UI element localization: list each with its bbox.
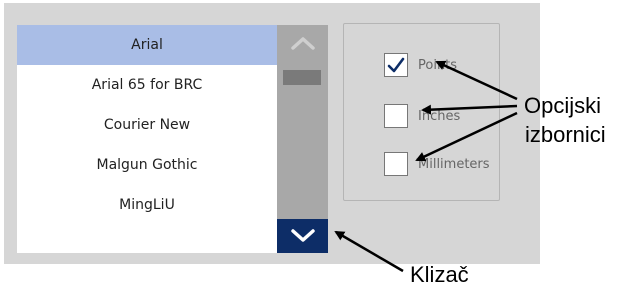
callout-options-line2: izbornici: [525, 122, 606, 147]
callout-arrow-millimeters: [415, 111, 518, 162]
callout-arrows: [334, 60, 518, 273]
callout-options-line1: Opcijski: [524, 93, 602, 118]
callout-arrow-slider: [334, 230, 404, 273]
callout-arrow-inches: [421, 104, 518, 115]
callout-arrow-points: [435, 60, 518, 101]
callout-slider-label: Klizač: [410, 262, 469, 287]
